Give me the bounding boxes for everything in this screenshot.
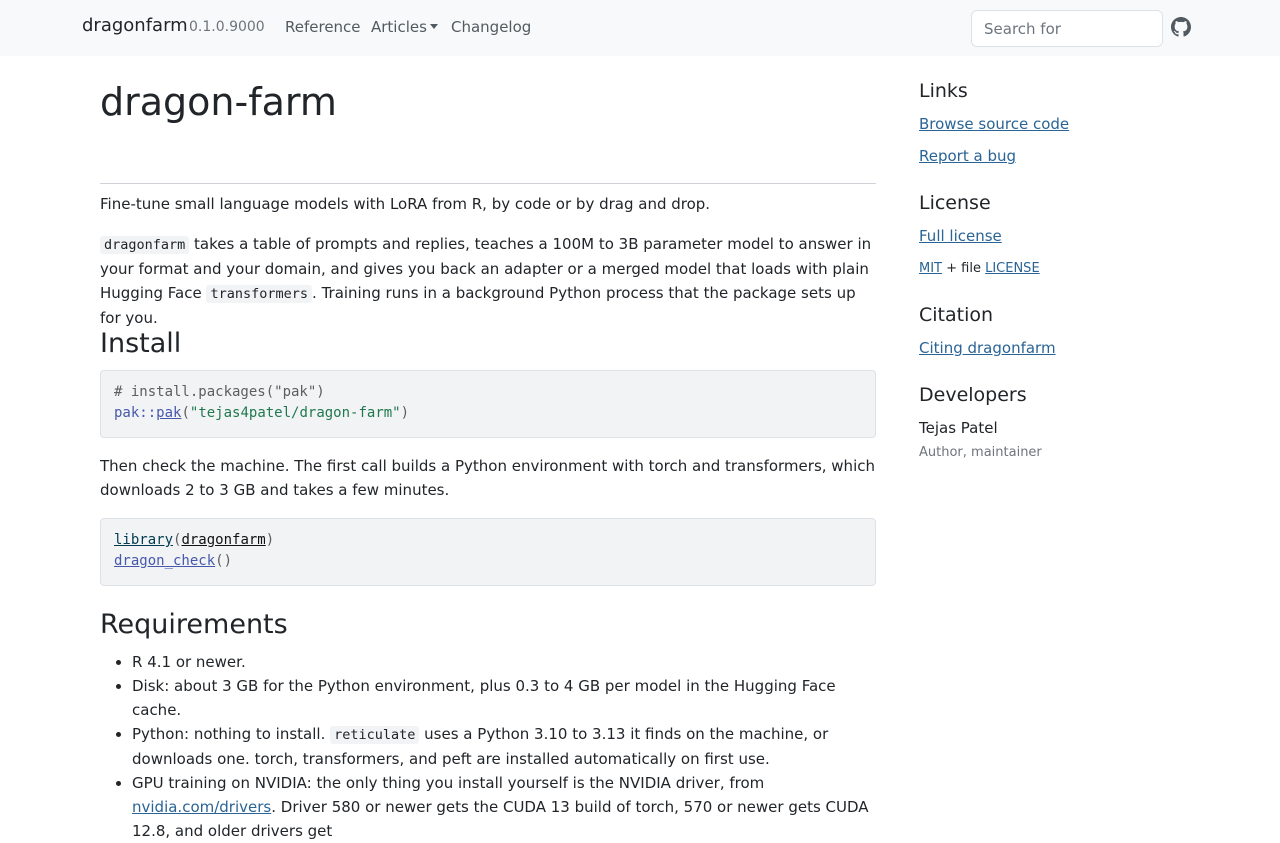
- developers-heading: Developers: [919, 384, 1027, 406]
- requirements-heading: Requirements: [100, 609, 288, 640]
- code-comment: # install.packages("pak"): [114, 384, 325, 400]
- navbar: dragonfarm 0.1.0.9000 Reference Articles…: [0, 0, 1280, 56]
- intro-paragraph: dragonfarm takes a table of prompts and …: [100, 232, 876, 330]
- code-close-paren: ): [265, 532, 275, 548]
- req-python-text: Python: nothing to install.: [132, 725, 331, 743]
- mit-link[interactable]: MIT: [919, 261, 942, 276]
- code-library-link[interactable]: library: [114, 532, 173, 548]
- code-dragonfarm-link[interactable]: dragonfarm: [181, 532, 265, 548]
- list-item: Disk: about 3 GB for the Python environm…: [132, 674, 876, 722]
- install-heading: Install: [100, 328, 182, 359]
- code-string: "tejas4patel/dragon-farm": [189, 405, 401, 421]
- caret-down-icon: [429, 24, 438, 29]
- nav-articles-label: Articles: [371, 18, 427, 36]
- brand-link[interactable]: dragonfarm: [82, 15, 188, 36]
- code-pak-link[interactable]: pak: [156, 405, 181, 421]
- code-dragon-check-link[interactable]: dragon_check: [114, 553, 215, 569]
- developer-role: Author, maintainer: [919, 445, 1042, 460]
- links-heading: Links: [919, 80, 968, 102]
- nav-articles-dropdown[interactable]: Articles: [371, 18, 438, 36]
- nvidia-drivers-link[interactable]: nvidia.com/drivers: [132, 798, 271, 816]
- page-title: dragon-farm: [100, 80, 337, 124]
- list-item: GPU training on NVIDIA: the only thing y…: [132, 771, 876, 843]
- developer-name: Tejas Patel: [919, 419, 998, 437]
- report-bug-link[interactable]: Report a bug: [919, 147, 1016, 165]
- code-close-paren: ): [400, 405, 410, 421]
- requirements-list: R 4.1 or newer. Disk: about 3 GB for the…: [100, 650, 876, 843]
- code-namespace: pak::: [114, 405, 157, 421]
- version-label: 0.1.0.9000: [189, 19, 265, 35]
- inline-code-dragonfarm: dragonfarm: [100, 236, 190, 254]
- citation-heading: Citation: [919, 304, 994, 326]
- full-license-link[interactable]: Full license: [919, 227, 1002, 245]
- inline-code-transformers: transformers: [206, 285, 313, 303]
- license-file-link[interactable]: LICENSE: [985, 261, 1040, 276]
- install-code-block[interactable]: # install.packages("pak") pak::pak("teja…: [100, 370, 876, 438]
- code-call-parens: (): [215, 553, 233, 569]
- list-item: R 4.1 or newer.: [132, 650, 876, 674]
- license-heading: License: [919, 192, 991, 214]
- inline-code-reticulate: reticulate: [330, 726, 420, 744]
- check-code-block[interactable]: library(dragonfarm) dragon_check(): [100, 518, 876, 586]
- browse-source-link[interactable]: Browse source code: [919, 115, 1069, 133]
- code-open-paren: (: [181, 405, 190, 421]
- github-icon[interactable]: [1171, 17, 1191, 37]
- then-paragraph: Then check the machine. The first call b…: [100, 457, 875, 499]
- title-divider: [100, 183, 876, 184]
- req-gpu-text: GPU training on NVIDIA: the only thing y…: [132, 774, 765, 792]
- tagline: Fine-tune small language models with LoR…: [100, 195, 711, 213]
- list-item: Python: nothing to install. reticulate u…: [132, 722, 876, 771]
- license-line: MIT + file LICENSE: [919, 261, 1040, 276]
- nav-reference[interactable]: Reference: [285, 18, 361, 36]
- nav-changelog[interactable]: Changelog: [451, 18, 531, 36]
- license-plus-text: + file: [942, 261, 986, 276]
- citing-link[interactable]: Citing dragonfarm: [919, 339, 1056, 357]
- search-input[interactable]: [971, 10, 1163, 47]
